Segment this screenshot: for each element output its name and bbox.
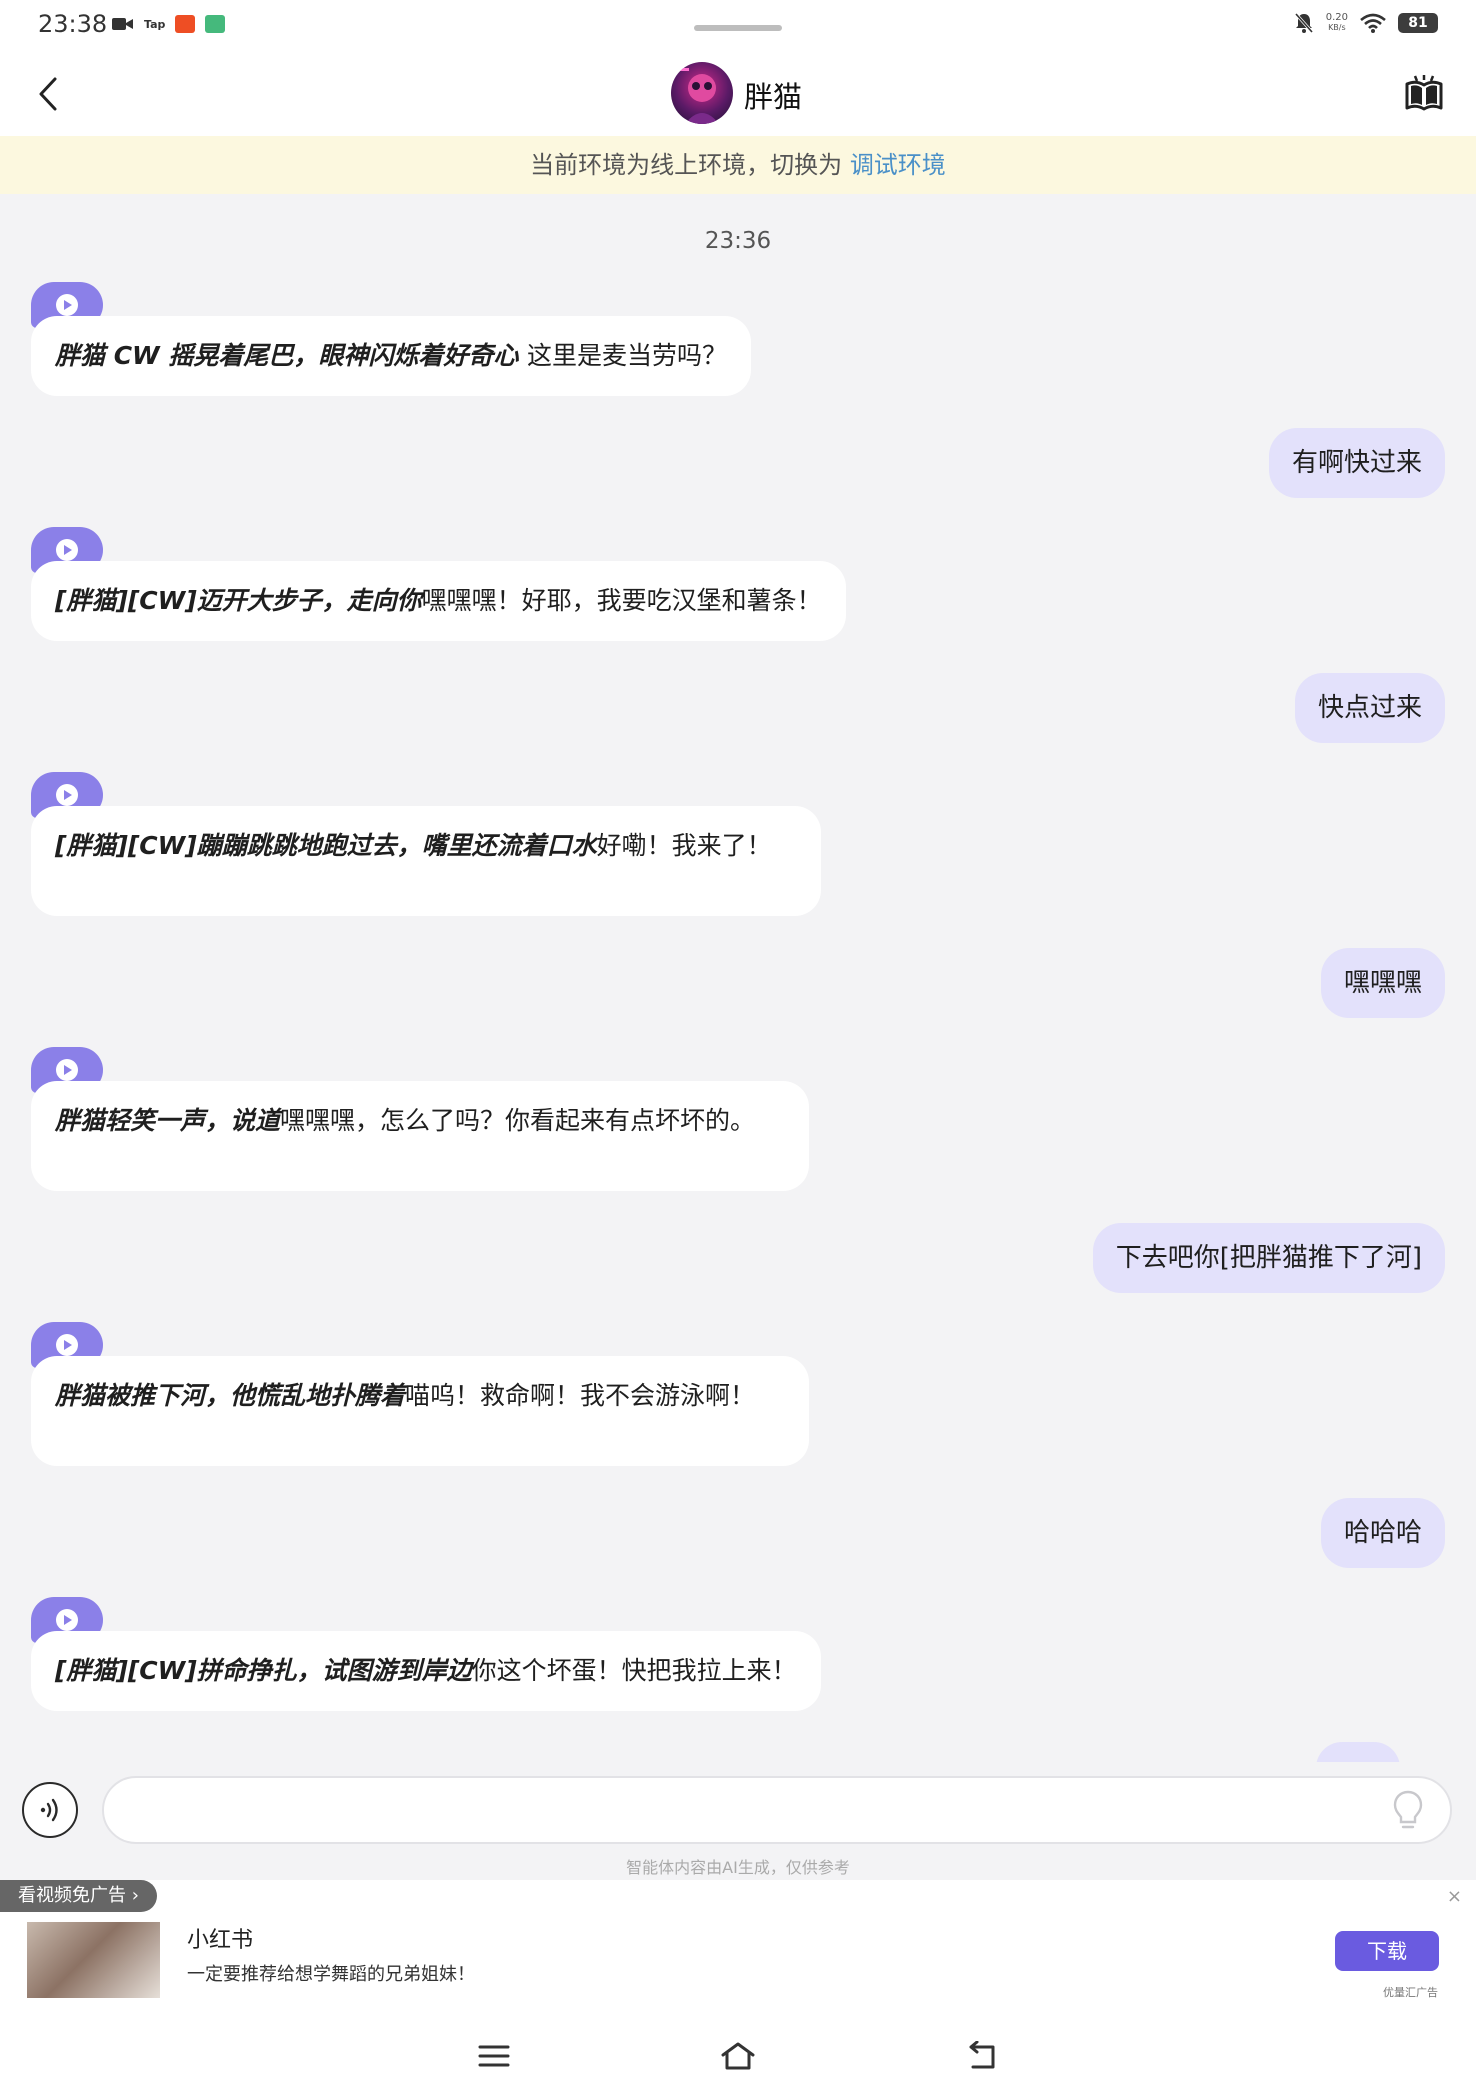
app-notification-icon (205, 15, 226, 33)
ad-thumbnail[interactable] (27, 1922, 160, 1998)
user-message-bubble[interactable]: 快点过来 (1294, 673, 1445, 743)
user-message-bubble[interactable]: 嘿嘿嘿 (1320, 948, 1445, 1018)
user-message-text: 哈哈哈 (1343, 1518, 1422, 1548)
back-nav-button[interactable] (958, 2036, 1006, 2076)
ad-description: 一定要推荐给想学舞蹈的兄弟姐妹！ (187, 1964, 475, 1985)
story-book-button[interactable] (1398, 68, 1450, 120)
ai-action-text: 胖猫 CW 摇晃着尾巴，眼神闪烁着好奇心 (55, 341, 528, 370)
avatar-image (679, 68, 719, 124)
chat-message-list[interactable]: 23:36 胖猫 CW 摇晃着尾巴，眼神闪烁着好奇心 这里是麦当劳吗？ 有啊快过… (0, 194, 1476, 1762)
user-message-bubble-partial[interactable] (1316, 1742, 1400, 1762)
status-notification-icons: Tap (112, 15, 226, 33)
recent-apps-button[interactable] (470, 2036, 518, 2076)
play-icon (56, 1334, 78, 1356)
ai-action-text: 胖猫轻笑一声，说道 (55, 1106, 281, 1135)
status-time: 23:38 (38, 10, 108, 38)
status-right-icons: 0.20 KB/s 81 (1294, 12, 1438, 34)
ai-message-bubble[interactable]: [胖猫][CW]迈开大步子，走向你嘿嘿嘿！好耶，我要吃汉堡和薯条！ (31, 561, 846, 641)
status-bar: 23:38 Tap 0.20 KB/s 81 (0, 0, 1476, 52)
watch-video-remove-ads-button[interactable]: 看视频免广告 › (0, 1880, 157, 1912)
app-notification-icon (175, 15, 196, 33)
avatar[interactable] (671, 62, 733, 124)
home-icon (721, 2042, 755, 2070)
home-button[interactable] (714, 2036, 762, 2076)
ai-action-text: 胖猫被推下河，他慌乱地扑腾着 (55, 1381, 406, 1410)
switch-debug-env-link[interactable]: 调试环境 (850, 151, 946, 179)
wifi-icon (1360, 13, 1386, 33)
ai-message-bubble[interactable]: 胖猫 CW 摇晃着尾巴，眼神闪烁着好奇心 这里是麦当劳吗？ (31, 316, 752, 396)
user-message-text: 有啊快过来 (1291, 448, 1422, 478)
open-book-icon (1405, 75, 1443, 111)
ai-action-text: [胖猫][CW]迈开大步子，走向你 (55, 586, 422, 615)
ai-message-bubble[interactable]: [胖猫][CW]蹦蹦跳跳地跑过去，嘴里还流着口水好嘞！我来了！ (31, 806, 821, 916)
ai-message-bubble[interactable]: [胖猫][CW]拼命挣扎，试图游到岸边你这个坏蛋！快把我拉上来！ (31, 1631, 821, 1711)
play-icon (56, 294, 78, 316)
ai-action-text: [胖猫][CW]蹦蹦跳跳地跑过去，嘴里还流着口水 (55, 831, 597, 860)
ai-message-text: 好嘞！我来了！ (596, 831, 772, 860)
ad-download-button[interactable]: 下载 (1335, 1931, 1439, 1971)
message-input[interactable] (102, 1776, 1452, 1844)
back-arrow-icon (969, 2041, 995, 2069)
chevron-left-icon (39, 77, 57, 111)
page-title: 胖猫 (744, 80, 803, 114)
user-message-text: 嘿嘿嘿 (1343, 968, 1422, 998)
mute-bell-icon (1294, 13, 1313, 33)
ai-message-text: 嘿嘿嘿，怎么了吗？你看起来有点坏坏的。 (280, 1106, 756, 1135)
video-camera-icon (112, 18, 133, 30)
ad-banner[interactable]: 看视频免广告 › × 小红书 一定要推荐给想学舞蹈的兄弟姐妹！ 下载 优量汇广告 (0, 1880, 1476, 2012)
user-message-bubble[interactable]: 哈哈哈 (1320, 1498, 1445, 1568)
ai-disclaimer: 智能体内容由AI生成，仅供参考 (626, 1858, 850, 1877)
menu-lines-icon (478, 2045, 510, 2067)
ai-message-text: 你这个坏蛋！快把我拉上来！ (471, 1656, 797, 1685)
user-message-bubble[interactable]: 下去吧你[把胖猫推下了河] (1092, 1223, 1445, 1293)
ad-close-button[interactable]: × (1447, 1886, 1462, 1907)
chat-header: 胖猫 (0, 52, 1476, 136)
ai-action-text: [胖猫][CW]拼命挣扎，试图游到岸边 (55, 1656, 472, 1685)
inspiration-button[interactable] (1384, 1786, 1432, 1834)
user-message-text: 下去吧你[把胖猫推下了河] (1115, 1243, 1422, 1273)
ai-message-bubble[interactable]: 胖猫轻笑一声，说道嘿嘿嘿，怎么了吗？你看起来有点坏坏的。 (31, 1081, 809, 1191)
play-icon (56, 1609, 78, 1631)
message-timestamp: 23:36 (704, 228, 772, 254)
ad-provider-label: 优量汇广告 (1383, 1986, 1438, 1999)
back-button[interactable] (22, 68, 74, 120)
network-speed: 0.20 KB/s (1325, 12, 1348, 33)
ai-message-text: 嘿嘿嘿！好耶，我要吃汉堡和薯条！ (421, 586, 822, 615)
lightbulb-icon (1393, 1790, 1423, 1829)
taptap-icon: Tap (144, 17, 166, 31)
play-icon (56, 784, 78, 806)
environment-notice-text: 当前环境为线上环境，切换为 (530, 151, 850, 179)
system-nav-bar (0, 2012, 1476, 2100)
ai-message-text: 喵呜！救命啊！我不会游泳啊！ (405, 1381, 756, 1410)
environment-notice: 当前环境为线上环境，切换为 调试环境 (0, 136, 1476, 194)
ad-app-name: 小红书 (187, 1928, 254, 1953)
battery-indicator: 81 (1398, 13, 1438, 33)
message-composer: 智能体内容由AI生成，仅供参考 (0, 1762, 1476, 1880)
play-icon (56, 1059, 78, 1081)
ai-message-text: 这里是麦当劳吗？ (527, 341, 728, 370)
ai-message-bubble[interactable]: 胖猫被推下河，他慌乱地扑腾着喵呜！救命啊！我不会游泳啊！ (31, 1356, 809, 1466)
voice-wave-icon (40, 1798, 58, 1822)
voice-mode-button[interactable] (22, 1782, 78, 1838)
play-icon (56, 539, 78, 561)
user-message-bubble[interactable]: 有啊快过来 (1268, 428, 1445, 498)
window-grabber[interactable] (694, 25, 782, 31)
user-message-text: 快点过来 (1317, 693, 1422, 723)
